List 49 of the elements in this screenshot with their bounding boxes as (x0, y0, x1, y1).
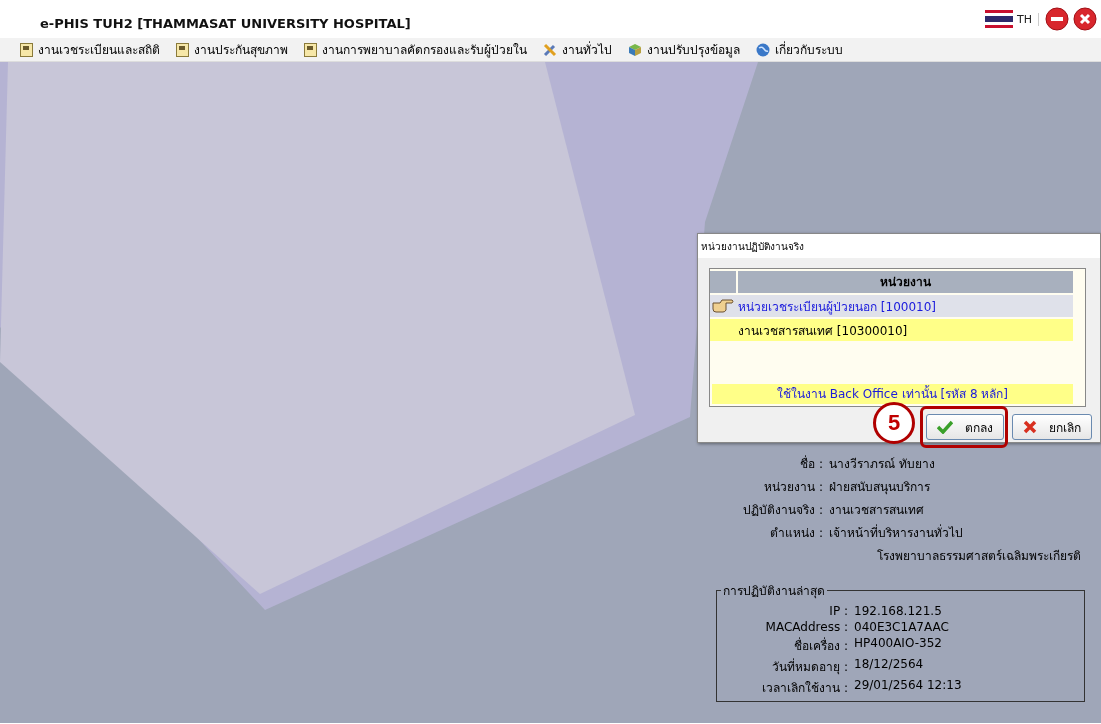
field-value: งานเวชสารสนเทศ (829, 502, 925, 519)
field-label: ชื่อ : (799, 454, 823, 473)
menu-item[interactable]: เกี่ยวกับระบบ (775, 40, 843, 59)
close-icon[interactable] (1073, 7, 1097, 31)
field-value: เจ้าหน้าที่บริหารงานทั่วไป (829, 523, 964, 542)
field-value: ฝ่ายสนับสนุนบริการ (829, 479, 931, 496)
dialog-title: หน่วยงานปฏิบัติงานจริง (701, 239, 804, 254)
hospital-name: โรงพยาบาลธรรมศาสตร์เฉลิมพระเกียรติ (877, 548, 1081, 565)
minimize-icon[interactable] (1045, 7, 1069, 31)
menu-item[interactable]: งานประกันสุขภาพ (194, 40, 288, 59)
field-label: เวลาเลิกใช้งาน : (761, 680, 848, 697)
field-label: หน่วยงาน : (763, 479, 823, 496)
cross-icon (1023, 420, 1037, 434)
field-value: นางวีราภรณ์ ทับยาง (829, 456, 936, 473)
globe-icon (756, 42, 770, 57)
field-label: IP : (828, 604, 848, 618)
flag-icon[interactable] (985, 10, 1013, 28)
check-icon (937, 420, 953, 434)
field-label: ปฏิบัติงานจริง : (742, 502, 823, 519)
cancel-button[interactable]: ยกเลิก (1012, 414, 1092, 440)
menu-item[interactable]: งานทั่วไป (562, 40, 612, 59)
field-label: ชื่อเครื่อง : (793, 636, 848, 655)
menu-item[interactable]: งานการพยาบาลคัดกรองและรับผู้ป่วยใน (322, 40, 527, 59)
field-label: MACAddress : (764, 620, 848, 634)
ok-button[interactable]: ตกลง (926, 414, 1004, 440)
language-label[interactable]: TH (1017, 12, 1039, 26)
menu-item[interactable]: งานปรับปรุงข้อมูล (647, 40, 740, 59)
field-label: ตำแหน่ง : (769, 525, 823, 542)
note-icon (20, 42, 33, 57)
table-cell-text: หน่วยเวชระเบียนผู้ป่วยนอก [100010] (738, 298, 936, 316)
field-label: วันที่หมดอายุ : (771, 657, 848, 676)
field-value: 192.168.121.5 (854, 604, 943, 618)
note-icon (176, 42, 189, 57)
field-value: 040E3C1A7AAC (854, 620, 950, 634)
cube-icon (628, 42, 642, 57)
column-header: หน่วยงาน (738, 271, 1073, 293)
note-icon (304, 42, 317, 57)
table-cell-text: งานเวชสารสนเทศ [10300010] (738, 322, 908, 340)
panel-title: การปฏิบัติงานล่าสุด (722, 583, 826, 600)
table-row[interactable]: หน่วยเวชระเบียนผู้ป่วยนอก [100010] (710, 295, 1073, 317)
field-value: HP400AIO-352 (854, 636, 943, 652)
field-value: 29/01/2564 12:13 (854, 678, 963, 694)
table-row[interactable]: งานเวชสารสนเทศ [10300010] (710, 319, 1073, 341)
pointing-hand-icon (712, 298, 734, 314)
tools-icon (543, 42, 557, 57)
field-value: 18/12/2564 (854, 657, 925, 673)
window-title: e-PHIS TUH2 [THAMMASAT UNIVERSITY HOSPITAL] (40, 14, 412, 31)
menu-item[interactable]: งานเวชระเบียนและสถิติ (38, 40, 160, 59)
header-corner (710, 271, 736, 293)
